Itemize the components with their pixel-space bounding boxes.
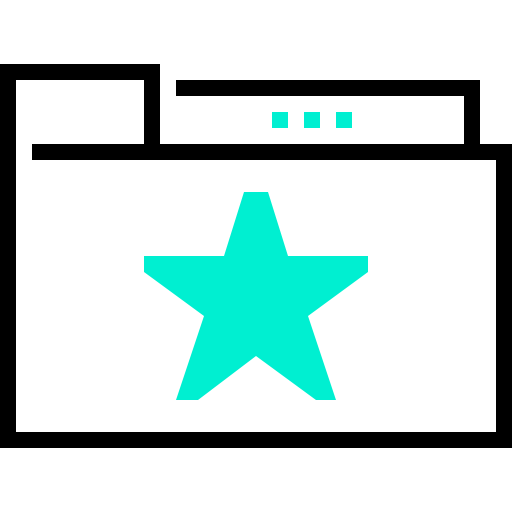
icon-canvas (0, 0, 512, 512)
folder-upper-tab (176, 80, 480, 144)
dot-2 (304, 112, 320, 128)
ellipsis-dots-icon (272, 112, 352, 128)
dot-3 (336, 112, 352, 128)
star-icon (144, 192, 368, 400)
dot-1 (272, 112, 288, 128)
favorite-folder-icon (0, 64, 512, 448)
